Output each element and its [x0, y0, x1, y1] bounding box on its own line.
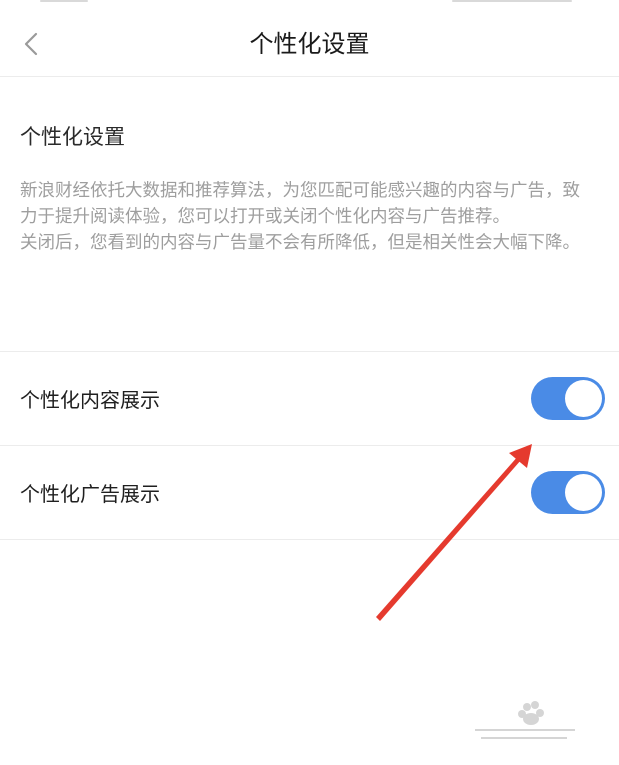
description-paragraph: 新浪财经依托大数据和推荐算法，为您匹配可能感兴趣的内容与广告，致力于提升阅读体验…: [20, 181, 580, 227]
section-description: 新浪财经依托大数据和推荐算法，为您匹配可能感兴趣的内容与广告，致力于提升阅读体验…: [20, 178, 595, 256]
toggle-knob: [565, 474, 602, 511]
setting-label: 个性化广告展示: [20, 482, 160, 506]
setting-label: 个性化内容展示: [20, 388, 160, 412]
personalized-content-toggle[interactable]: [531, 377, 605, 420]
description-paragraph: 关闭后，您看到的内容与广告量不会有所降低，但是相关性会大幅下降。: [20, 233, 580, 253]
setting-row-personalized-ads: 个性化广告展示: [0, 446, 619, 540]
baidu-jingyan-watermark-icon: [475, 701, 575, 739]
toggle-knob: [565, 380, 602, 417]
section-heading: 个性化设置: [20, 125, 125, 149]
nav-bar: 个性化设置: [0, 0, 619, 77]
setting-row-personalized-content: 个性化内容展示: [0, 352, 619, 446]
page-title: 个性化设置: [249, 30, 370, 58]
personalized-ads-toggle[interactable]: [531, 471, 605, 514]
intro-section: 个性化设置 新浪财经依托大数据和推荐算法，为您匹配可能感兴趣的内容与广告，致力于…: [0, 77, 619, 352]
